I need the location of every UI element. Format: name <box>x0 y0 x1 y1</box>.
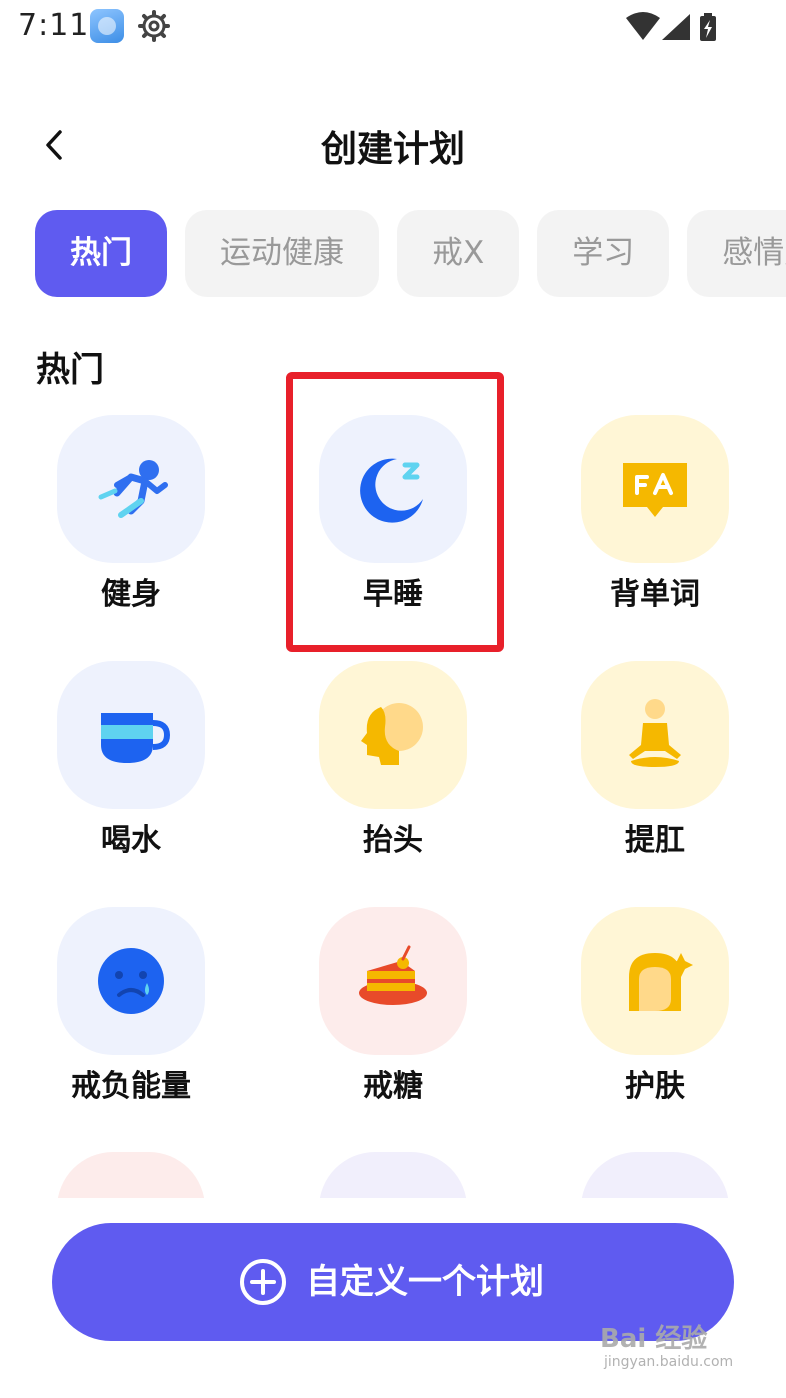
plus-circle-icon <box>240 1259 286 1305</box>
skincare-face-icon <box>629 953 693 1011</box>
plan-item-quit-sugar[interactable]: 戒糖 <box>262 907 524 1137</box>
plan-item-label: 背单词 <box>610 577 700 612</box>
icon-tile <box>581 661 729 809</box>
plan-item-label: 抬头 <box>363 823 423 858</box>
watermark-sub: jingyan.baidu.com <box>604 1354 734 1370</box>
custom-plan-label: 自定义一个计划 <box>306 1262 544 1302</box>
cup-icon <box>101 713 171 763</box>
plan-item-label: 戒糖 <box>363 1069 423 1104</box>
battery-charging-icon <box>700 13 716 41</box>
cake-icon <box>359 945 427 1005</box>
app-icon <box>90 9 124 43</box>
icon-tile <box>319 661 467 809</box>
icon-tile <box>581 1152 729 1198</box>
plan-item-label: 喝水 <box>101 823 161 858</box>
tab-study[interactable]: 学习 <box>537 210 670 297</box>
watermark: Bai 经验 jingyan.baidu.com <box>600 1318 750 1380</box>
tab-sports-health[interactable]: 运动健康 <box>185 210 379 297</box>
meditation-icon <box>629 699 681 767</box>
icon-tile <box>57 415 205 563</box>
status-indicators <box>626 12 716 41</box>
page-title: 创建计划 <box>320 129 465 170</box>
section-title: 热门 <box>36 350 104 390</box>
category-tabs: 热门运动健康戒X学习感情建 <box>35 210 786 297</box>
tab-hot[interactable]: 热门 <box>35 210 167 297</box>
watermark-text: Bai 经验 <box>600 1324 708 1354</box>
gear-icon <box>138 10 170 42</box>
plan-item-skincare[interactable]: 护肤 <box>524 907 786 1137</box>
signal-icon <box>662 14 690 40</box>
plan-item-label: 护肤 <box>625 1069 685 1104</box>
icon-tile <box>57 907 205 1055</box>
vocabulary-icon <box>623 463 687 517</box>
plan-item-quit-negativity[interactable]: 戒负能量 <box>0 907 262 1137</box>
plan-item-raise-head[interactable]: 抬头 <box>262 661 524 891</box>
tab-quit[interactable]: 戒X <box>397 210 520 297</box>
icon-tile <box>319 907 467 1055</box>
status-time: 7:11 <box>18 8 90 43</box>
plan-item-kegel[interactable]: 提肛 <box>524 661 786 891</box>
icon-tile <box>319 1152 467 1198</box>
wifi-icon <box>626 12 660 40</box>
head-profile-icon <box>361 703 423 765</box>
plan-item-label: 健身 <box>101 577 161 612</box>
icon-tile <box>581 415 729 563</box>
plan-item-fitness[interactable]: 健身 <box>0 415 262 645</box>
sad-face-icon <box>98 948 164 1014</box>
icon-tile <box>57 1152 205 1198</box>
icon-tile <box>581 907 729 1055</box>
status-bar: 7:11 <box>0 0 786 56</box>
highlight-box <box>286 372 504 652</box>
plan-item-label: 戒负能量 <box>71 1069 191 1104</box>
plan-item-label: 提肛 <box>625 823 685 858</box>
running-icon <box>98 460 168 518</box>
plan-item-vocabulary[interactable]: 背单词 <box>524 415 786 645</box>
plan-item-drink-water[interactable]: 喝水 <box>0 661 262 891</box>
tab-relationship[interactable]: 感情建 <box>687 210 786 297</box>
icon-tile <box>57 661 205 809</box>
next-row-preview <box>0 1130 786 1198</box>
